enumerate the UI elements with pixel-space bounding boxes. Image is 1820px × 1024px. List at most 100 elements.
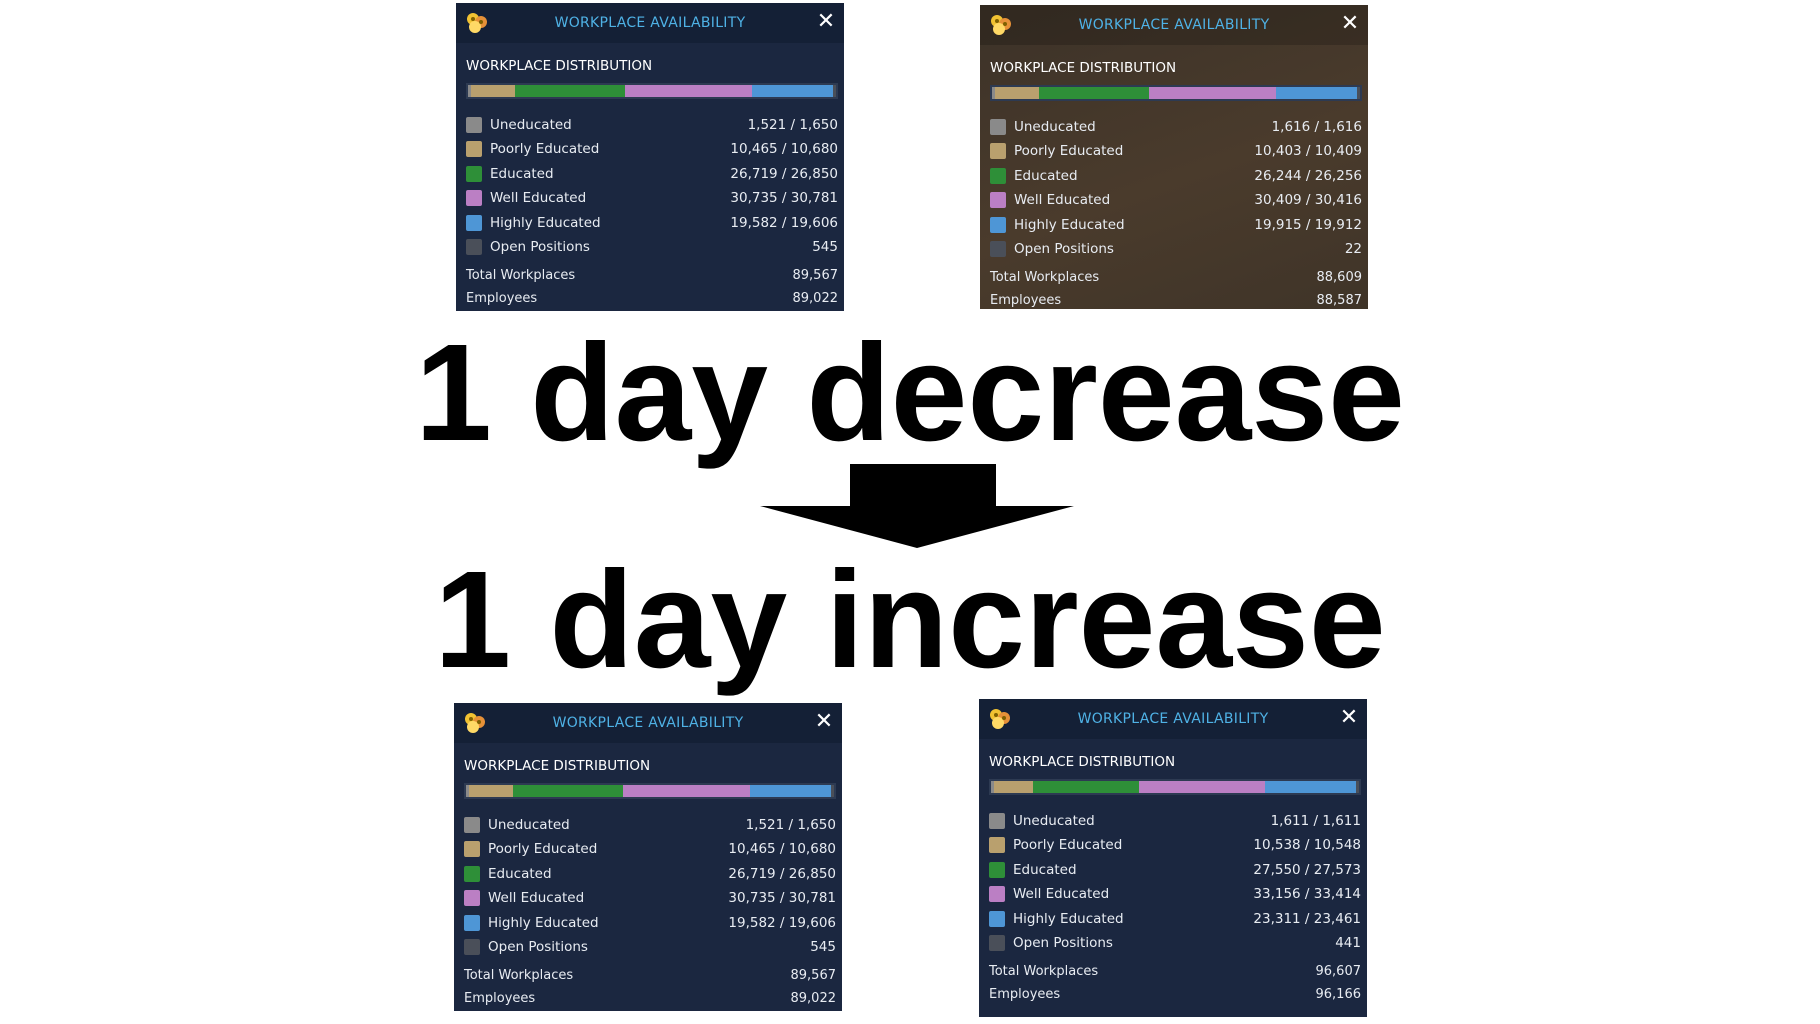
caption-increase: 1 day increase <box>434 543 1386 697</box>
totals: Total Workplaces 89,567 Employees 89,022 <box>466 265 838 311</box>
row-label: Educated <box>1014 167 1078 184</box>
row-label: Educated <box>488 865 552 882</box>
distribution-title: WORKPLACE DISTRIBUTION <box>990 60 1177 76</box>
educated-segment <box>514 85 626 97</box>
row-value: 22 <box>1344 240 1362 257</box>
total-label: Employees <box>466 291 538 306</box>
row-value: 1,521 / 1,650 <box>745 817 836 833</box>
well-educated-swatch <box>990 192 1006 209</box>
employees-row: Employees 96,166 <box>989 984 1361 1007</box>
row-value: 545 <box>812 238 838 255</box>
total-value: 89,022 <box>792 291 839 306</box>
highly-educated-swatch <box>990 216 1006 233</box>
legend: Uneducated 1,521 / 1,650 Poorly Educated 1… <box>464 813 836 959</box>
highly-educated-swatch <box>466 214 482 231</box>
legend-row-poorly-educated: Poorly Educated 10,538 / 10,548 <box>989 833 1361 857</box>
well-educated-swatch <box>464 890 480 907</box>
panel-title: WORKPLACE AVAILABILITY <box>1077 711 1269 727</box>
distribution-title: WORKPLACE DISTRIBUTION <box>989 754 1176 770</box>
row-label: Highly Educated <box>490 214 601 231</box>
legend-row-highly-educated: Highly Educated 19,582 / 19,606 <box>464 911 836 935</box>
row-value: 19,582 / 19,606 <box>728 914 836 931</box>
close-icon[interactable]: ✕ <box>814 10 838 34</box>
totals: Total Workplaces 88,609 Employees 88,587 <box>990 267 1362 313</box>
row-value: 30,735 / 30,781 <box>728 890 836 907</box>
workplace-panel-top-right: WORKPLACE AVAILABILITY ✕ WORKPLACE DISTR… <box>980 5 1368 309</box>
row-value: 26,719 / 26,850 <box>728 865 836 882</box>
row-label: Poorly Educated <box>490 141 600 158</box>
uneducated-swatch <box>464 817 480 833</box>
employees-row: Employees 89,022 <box>466 288 838 311</box>
row-label: Uneducated <box>1013 813 1095 829</box>
well-educated-swatch <box>989 886 1005 903</box>
row-value: 23,311 / 23,461 <box>1253 910 1361 927</box>
panel-title: WORKPLACE AVAILABILITY <box>1078 17 1270 33</box>
educated-swatch <box>466 165 482 182</box>
open-positions-segment <box>833 85 836 97</box>
legend-row-highly-educated: Highly Educated 19,915 / 19,912 <box>990 213 1362 237</box>
row-label: Well Educated <box>1014 192 1111 209</box>
well-educated-segment <box>1149 87 1277 99</box>
row-label: Open Positions <box>488 938 588 955</box>
total-workplaces-row: Total Workplaces 96,607 <box>989 961 1361 984</box>
poorly-educated-segment <box>993 781 1034 793</box>
highly-educated-swatch <box>989 910 1005 927</box>
total-value: 88,609 <box>1316 270 1363 285</box>
close-icon[interactable]: ✕ <box>812 710 836 734</box>
legend-row-open-positions: Open Positions 441 <box>989 931 1361 955</box>
panel-title: WORKPLACE AVAILABILITY <box>552 715 744 731</box>
total-label: Employees <box>464 991 536 1006</box>
educated-segment <box>1033 781 1139 793</box>
row-label: Well Educated <box>490 190 587 207</box>
well-educated-segment <box>625 85 753 97</box>
poorly-educated-swatch <box>464 841 480 858</box>
total-label: Employees <box>989 987 1061 1002</box>
uneducated-swatch <box>466 117 482 133</box>
employees-row: Employees 89,022 <box>464 988 836 1011</box>
close-icon[interactable]: ✕ <box>1338 12 1362 36</box>
highly-educated-segment <box>752 85 834 97</box>
legend-row-poorly-educated: Poorly Educated 10,465 / 10,680 <box>464 837 836 861</box>
legend-row-highly-educated: Highly Educated 23,311 / 23,461 <box>989 907 1361 931</box>
legend: Uneducated 1,611 / 1,611 Poorly Educated 1… <box>989 809 1361 955</box>
well-educated-swatch <box>466 190 482 207</box>
highly-educated-segment <box>750 785 832 797</box>
row-value: 19,582 / 19,606 <box>730 214 838 231</box>
close-icon[interactable]: ✕ <box>1337 706 1361 730</box>
uneducated-swatch <box>990 119 1006 135</box>
highly-educated-segment <box>1265 781 1357 793</box>
row-value: 26,719 / 26,850 <box>730 165 838 182</box>
row-value: 33,156 / 33,414 <box>1253 886 1361 903</box>
workplace-panel-bottom-left: WORKPLACE AVAILABILITY ✕ WORKPLACE DISTR… <box>454 703 842 1011</box>
total-label: Total Workplaces <box>989 964 1099 979</box>
educated-segment <box>512 785 624 797</box>
educated-swatch <box>990 167 1006 184</box>
total-label: Total Workplaces <box>464 968 574 983</box>
total-workplaces-row: Total Workplaces 88,609 <box>990 267 1362 290</box>
uneducated-swatch <box>989 813 1005 829</box>
legend-row-poorly-educated: Poorly Educated 10,465 / 10,680 <box>466 137 838 161</box>
row-value: 10,465 / 10,680 <box>730 141 838 158</box>
total-label: Total Workplaces <box>466 268 576 283</box>
legend: Uneducated 1,616 / 1,616 Poorly Educated 1… <box>990 115 1362 261</box>
legend-row-educated: Educated 26,719 / 26,850 <box>466 162 838 186</box>
row-value: 27,550 / 27,573 <box>1253 861 1361 878</box>
total-value: 88,587 <box>1316 293 1363 308</box>
legend-row-educated: Educated 26,719 / 26,850 <box>464 862 836 886</box>
distribution-title: WORKPLACE DISTRIBUTION <box>464 758 651 774</box>
workplace-panel-top-left: WORKPLACE AVAILABILITY ✕ WORKPLACE DISTR… <box>456 3 844 311</box>
legend-row-uneducated: Uneducated 1,611 / 1,611 <box>989 809 1361 833</box>
panel-header: WORKPLACE AVAILABILITY ✕ <box>979 699 1367 739</box>
distribution-title: WORKPLACE DISTRIBUTION <box>466 58 653 74</box>
poorly-educated-swatch <box>990 143 1006 160</box>
poorly-educated-swatch <box>466 141 482 158</box>
row-label: Educated <box>490 165 554 182</box>
legend-row-well-educated: Well Educated 30,409 / 30,416 <box>990 188 1362 212</box>
row-value: 26,244 / 26,256 <box>1254 167 1362 184</box>
row-value: 1,611 / 1,611 <box>1270 813 1361 829</box>
row-label: Uneducated <box>490 117 572 133</box>
row-value: 30,409 / 30,416 <box>1254 192 1362 209</box>
row-label: Open Positions <box>490 238 590 255</box>
panel-header: WORKPLACE AVAILABILITY ✕ <box>454 703 842 743</box>
legend-row-open-positions: Open Positions 545 <box>464 935 836 959</box>
